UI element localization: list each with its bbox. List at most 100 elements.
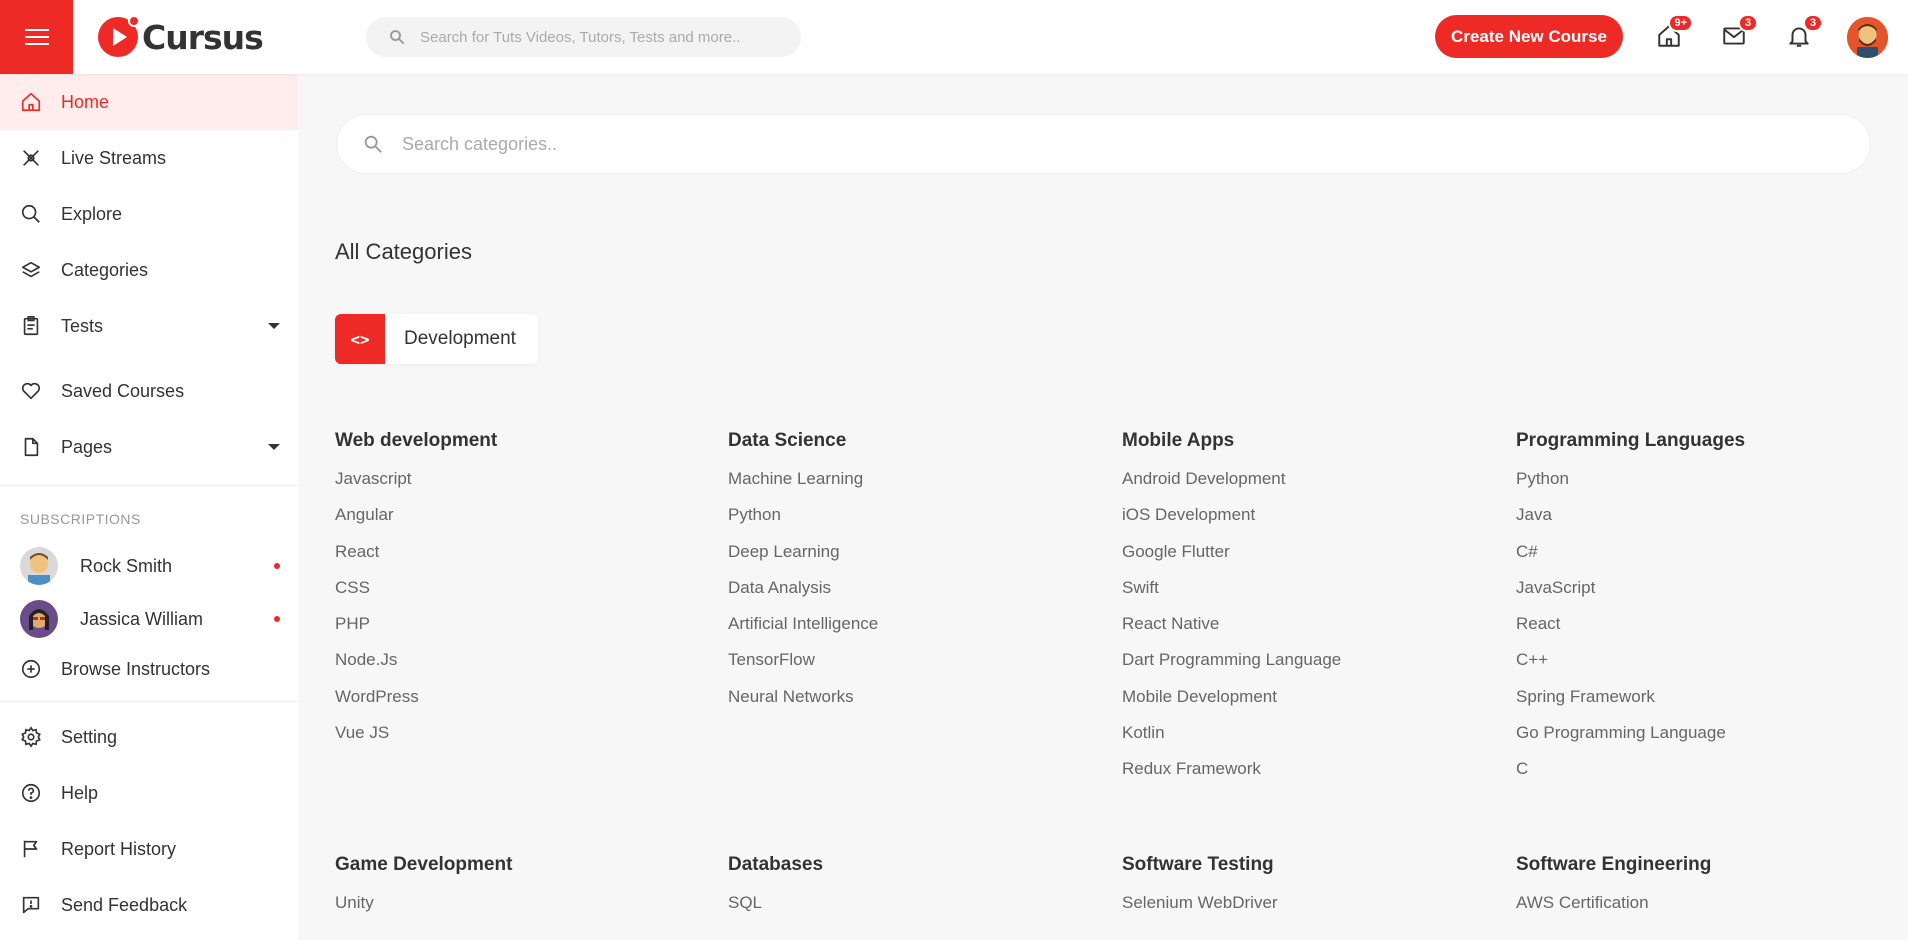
sidebar-item-explore[interactable]: Explore: [0, 186, 298, 242]
subcategory-link[interactable]: C++: [1516, 649, 1896, 685]
subcategory-link[interactable]: AWS Certification: [1516, 892, 1896, 928]
sidebar-item-home[interactable]: Home: [0, 74, 298, 130]
help-icon: [20, 782, 42, 804]
subcategory-link[interactable]: Node.Js: [335, 649, 715, 685]
sidebar-item-tests[interactable]: Tests: [0, 298, 298, 354]
subcategory-link[interactable]: C: [1516, 758, 1896, 794]
subcategory-link[interactable]: Android Development: [1122, 468, 1502, 504]
subcategory-link[interactable]: Data Analysis: [728, 577, 1108, 613]
browse-instructors-link[interactable]: Browse Instructors: [0, 644, 298, 694]
subcategory-link[interactable]: Redux Framework: [1122, 758, 1502, 794]
gear-icon: [20, 726, 42, 748]
subcategory-link[interactable]: React: [1516, 613, 1896, 649]
subcategory-link[interactable]: Python: [1516, 468, 1896, 504]
sidebar-item-help[interactable]: Help: [0, 765, 298, 821]
create-new-course-button[interactable]: Create New Course: [1435, 15, 1623, 58]
sidebar-item-label: Pages: [61, 436, 113, 457]
subcategory-link[interactable]: CSS: [335, 577, 715, 613]
subcategory-link[interactable]: Google Flutter: [1122, 541, 1502, 577]
category-group-game-development: Game Development Unity: [335, 854, 715, 928]
subcategory-link[interactable]: Swift: [1122, 577, 1502, 613]
avatar: [20, 547, 58, 585]
page-title: All Categories: [335, 239, 472, 264]
category-group-title: Databases: [728, 854, 824, 875]
sidebar-item-setting[interactable]: Setting: [0, 709, 298, 765]
home-icon: [20, 91, 42, 113]
flag-icon: [20, 838, 42, 860]
subcategory-link[interactable]: Angular: [335, 504, 715, 540]
live-dot-icon: [274, 616, 280, 622]
subscription-name: Jassica William: [80, 608, 204, 629]
header-search-bar[interactable]: Search for Tuts Videos, Tutors, Tests an…: [366, 17, 801, 57]
play-logo-icon: [98, 15, 140, 57]
category-group-databases: Databases SQL: [728, 854, 1108, 928]
sidebar: Home Live Streams Explore Categories Tes…: [0, 74, 298, 940]
subcategory-link[interactable]: Deep Learning: [728, 541, 1108, 577]
subcategory-link[interactable]: Selenium WebDriver: [1122, 892, 1502, 928]
sidebar-item-pages[interactable]: Pages: [0, 419, 298, 475]
subcategory-link[interactable]: Mobile Development: [1122, 686, 1502, 722]
sidebar-item-label: Live Streams: [61, 147, 167, 168]
hamburger-menu-button[interactable]: [0, 0, 73, 74]
sidebar-item-saved-courses[interactable]: Saved Courses: [0, 363, 298, 419]
subcategory-link[interactable]: iOS Development: [1122, 504, 1502, 540]
bell-badge: 3: [1803, 14, 1823, 32]
category-group-data-science: Data Science Machine Learning Python Dee…: [728, 430, 1108, 722]
subcategory-link[interactable]: React Native: [1122, 613, 1502, 649]
sidebar-item-label: Report History: [61, 838, 177, 859]
subcategory-link[interactable]: Dart Programming Language: [1122, 649, 1502, 685]
user-avatar[interactable]: [1847, 17, 1888, 58]
category-search-input[interactable]: Search categories..: [402, 134, 557, 155]
sidebar-item-categories[interactable]: Categories: [0, 242, 298, 298]
messages-button[interactable]: 3: [1718, 14, 1758, 52]
sidebar-divider: [0, 485, 298, 486]
chevron-down-icon: [268, 444, 280, 450]
search-icon: [390, 30, 405, 45]
avatar: [20, 600, 58, 638]
subcategory-link[interactable]: Machine Learning: [728, 468, 1108, 504]
subcategory-link[interactable]: Neural Networks: [728, 686, 1108, 722]
code-icon: <>: [335, 314, 385, 364]
category-group-title: Mobile Apps: [1122, 430, 1235, 451]
sidebar-divider: [0, 701, 298, 702]
layers-icon: [20, 259, 42, 281]
subcategory-link[interactable]: Java: [1516, 504, 1896, 540]
sidebar-item-live-streams[interactable]: Live Streams: [0, 130, 298, 186]
live-stream-icon: [20, 147, 42, 169]
subcategory-link[interactable]: C#: [1516, 541, 1896, 577]
sidebar-item-label: Tests: [61, 315, 104, 336]
category-group-programming-languages: Programming Languages Python Java C# Jav…: [1516, 430, 1896, 795]
home-notifications-button[interactable]: 9+: [1653, 14, 1693, 52]
subscription-item[interactable]: Rock Smith: [0, 541, 298, 591]
search-icon: [364, 135, 382, 153]
subcategory-link[interactable]: React: [335, 541, 715, 577]
file-icon: [20, 436, 42, 458]
sidebar-item-send-feedback[interactable]: Send Feedback: [0, 877, 298, 933]
subcategory-link[interactable]: SQL: [728, 892, 1108, 928]
notifications-button[interactable]: 3: [1783, 14, 1823, 52]
main-content: Search categories.. All Categories <> De…: [298, 74, 1908, 940]
category-group-title: Web development: [335, 430, 498, 451]
subcategory-link[interactable]: Go Programming Language: [1516, 722, 1896, 758]
subcategory-link[interactable]: Spring Framework: [1516, 686, 1896, 722]
subscription-item[interactable]: Jassica William: [0, 594, 298, 644]
user-avatar-icon: [1847, 17, 1888, 58]
subcategory-link[interactable]: TensorFlow: [728, 649, 1108, 685]
category-search-bar[interactable]: Search categories..: [336, 114, 1871, 174]
subscription-name: Rock Smith: [80, 555, 173, 576]
subcategory-link[interactable]: Javascript: [335, 468, 715, 504]
browse-instructors-label: Browse Instructors: [61, 658, 211, 679]
subcategory-link[interactable]: Artificial Intelligence: [728, 613, 1108, 649]
notification-badge: 9+: [1668, 14, 1693, 32]
subcategory-link[interactable]: Kotlin: [1122, 722, 1502, 758]
subcategory-link[interactable]: Vue JS: [335, 722, 715, 758]
subcategory-link[interactable]: WordPress: [335, 686, 715, 722]
subcategory-link[interactable]: Unity: [335, 892, 715, 928]
category-tab-development[interactable]: <> Development: [335, 314, 538, 364]
logo[interactable]: Cursus: [98, 15, 264, 57]
subcategory-link[interactable]: PHP: [335, 613, 715, 649]
subcategory-link[interactable]: Python: [728, 504, 1108, 540]
subcategory-link[interactable]: JavaScript: [1516, 577, 1896, 613]
header-search-input[interactable]: Search for Tuts Videos, Tutors, Tests an…: [420, 29, 740, 46]
sidebar-item-report-history[interactable]: Report History: [0, 821, 298, 877]
